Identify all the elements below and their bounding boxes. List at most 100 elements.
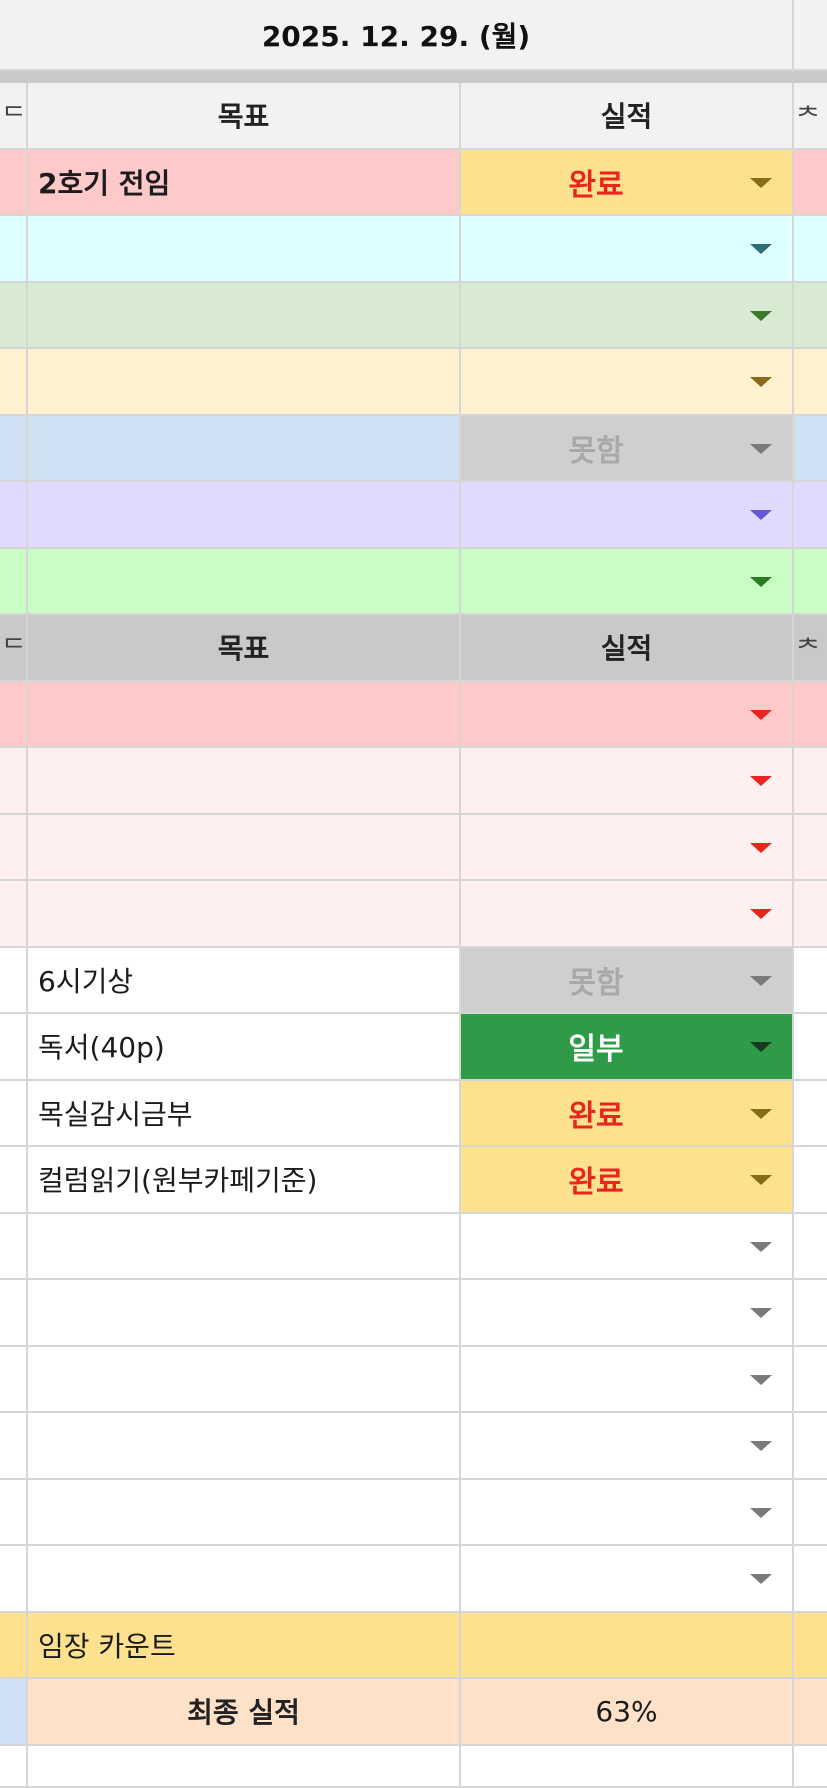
goal-cell[interactable]: 2호기 전임: [28, 149, 461, 216]
goal-cell[interactable]: [28, 482, 461, 549]
section-header-row: ᄃ 목표 실적 ᄎ: [0, 615, 827, 682]
result-dropdown[interactable]: [461, 748, 794, 815]
dropdown-arrow-icon[interactable]: [750, 510, 772, 521]
result-dropdown[interactable]: [461, 482, 794, 549]
dropdown-arrow-icon[interactable]: [750, 1574, 772, 1585]
goal-cell[interactable]: 독서(40p): [28, 1014, 461, 1081]
result-dropdown[interactable]: [461, 681, 794, 748]
result-dropdown[interactable]: [461, 349, 794, 416]
result-dropdown[interactable]: 못함: [461, 947, 794, 1014]
left-edge-cell: [0, 1413, 28, 1480]
goal-row: [0, 1479, 827, 1546]
goal-row: [0, 681, 827, 748]
goal-cell[interactable]: [28, 349, 461, 416]
final-value-cell[interactable]: 63%: [461, 1679, 794, 1746]
dropdown-arrow-icon[interactable]: [750, 709, 772, 720]
goal-cell[interactable]: 컬럼읽기(원부카페기준): [28, 1147, 461, 1214]
dropdown-arrow-icon[interactable]: [750, 1441, 772, 1452]
goal-cell[interactable]: [28, 1413, 461, 1480]
result-header-cell[interactable]: 실적: [461, 615, 794, 682]
dropdown-arrow-icon[interactable]: [750, 842, 772, 853]
dropdown-arrow-icon[interactable]: [750, 1042, 772, 1053]
result-dropdown[interactable]: 못함: [461, 415, 794, 482]
dropdown-arrow-icon[interactable]: [750, 1374, 772, 1385]
result-dropdown[interactable]: 완료: [461, 1080, 794, 1147]
dropdown-arrow-icon[interactable]: [750, 310, 772, 321]
result-dropdown[interactable]: [461, 548, 794, 615]
left-edge-cell: [0, 216, 28, 283]
goal-row: [0, 748, 827, 815]
result-dropdown[interactable]: [461, 282, 794, 349]
goal-cell[interactable]: [28, 881, 461, 948]
result-dropdown[interactable]: [461, 1546, 794, 1613]
result-dropdown[interactable]: [461, 216, 794, 283]
dropdown-arrow-icon[interactable]: [750, 443, 772, 454]
blank-cell[interactable]: [461, 1745, 794, 1788]
right-edge-cell: [794, 149, 827, 216]
dropdown-arrow-icon[interactable]: [750, 377, 772, 388]
dropdown-arrow-icon[interactable]: [750, 1308, 772, 1319]
goal-cell[interactable]: 6시기상: [28, 947, 461, 1014]
goal-header-cell[interactable]: 목표: [28, 615, 461, 682]
result-header-cell[interactable]: 실적: [461, 83, 794, 150]
goal-row: [0, 1413, 827, 1480]
dropdown-arrow-icon[interactable]: [750, 244, 772, 255]
goal-cell[interactable]: 목실감시금부: [28, 1080, 461, 1147]
goal-cell[interactable]: [28, 748, 461, 815]
goal-row: 못함: [0, 415, 827, 482]
goal-text: 2호기 전임: [38, 166, 171, 200]
result-dropdown[interactable]: [461, 814, 794, 881]
goal-cell[interactable]: [28, 1280, 461, 1347]
dropdown-arrow-icon[interactable]: [750, 1108, 772, 1119]
result-dropdown[interactable]: [461, 1479, 794, 1546]
left-edge-cell: [0, 548, 28, 615]
count-label-cell[interactable]: 임장 카운트: [28, 1612, 461, 1679]
left-edge-cell: [0, 282, 28, 349]
dropdown-arrow-icon[interactable]: [750, 975, 772, 986]
goal-cell[interactable]: [28, 814, 461, 881]
result-dropdown[interactable]: [461, 1280, 794, 1347]
blank-cell[interactable]: [28, 1745, 461, 1788]
count-label: 임장 카운트: [38, 1629, 176, 1663]
goal-cell[interactable]: [28, 1213, 461, 1280]
count-value-cell[interactable]: [461, 1612, 794, 1679]
result-dropdown[interactable]: [461, 1413, 794, 1480]
goal-cell[interactable]: [28, 1479, 461, 1546]
right-edge-cell: [794, 482, 827, 549]
right-edge-cell: [794, 881, 827, 948]
goal-cell[interactable]: [28, 548, 461, 615]
dropdown-arrow-icon[interactable]: [750, 1241, 772, 1252]
right-edge-cell: [794, 814, 827, 881]
goal-cell[interactable]: [28, 1546, 461, 1613]
left-edge-cell: [0, 1280, 28, 1347]
goal-cell[interactable]: [28, 1346, 461, 1413]
dropdown-arrow-icon[interactable]: [750, 177, 772, 188]
dropdown-arrow-icon[interactable]: [750, 1507, 772, 1518]
result-dropdown[interactable]: 일부: [461, 1014, 794, 1081]
result-dropdown[interactable]: 완료: [461, 1147, 794, 1214]
dropdown-arrow-icon[interactable]: [750, 776, 772, 787]
date-header-row: 2025. 12. 29. (월): [0, 0, 827, 71]
date-cell[interactable]: 2025. 12. 29. (월): [0, 0, 794, 71]
goal-cell[interactable]: [28, 681, 461, 748]
dropdown-arrow-icon[interactable]: [750, 909, 772, 920]
dropdown-arrow-icon[interactable]: [750, 576, 772, 587]
left-edge-cell: [0, 415, 28, 482]
goal-header-label: 목표: [217, 100, 270, 134]
final-label-cell[interactable]: 최종 실적: [28, 1679, 461, 1746]
result-dropdown[interactable]: 완료: [461, 149, 794, 216]
goal-row: 2호기 전임 완료: [0, 149, 827, 216]
goal-cell[interactable]: [28, 282, 461, 349]
result-dropdown[interactable]: [461, 881, 794, 948]
next-date-cell[interactable]: [794, 0, 827, 71]
goal-cell[interactable]: [28, 415, 461, 482]
goal-row: [0, 1546, 827, 1613]
result-dropdown[interactable]: [461, 1346, 794, 1413]
goal-cell[interactable]: [28, 216, 461, 283]
result-dropdown[interactable]: [461, 1213, 794, 1280]
dropdown-arrow-icon[interactable]: [750, 1175, 772, 1186]
left-edge-header-cell: ᄃ: [0, 83, 28, 150]
result-value: 못함: [568, 965, 624, 1001]
left-edge-glyph: ᄃ: [2, 634, 26, 665]
goal-header-cell[interactable]: 목표: [28, 83, 461, 150]
